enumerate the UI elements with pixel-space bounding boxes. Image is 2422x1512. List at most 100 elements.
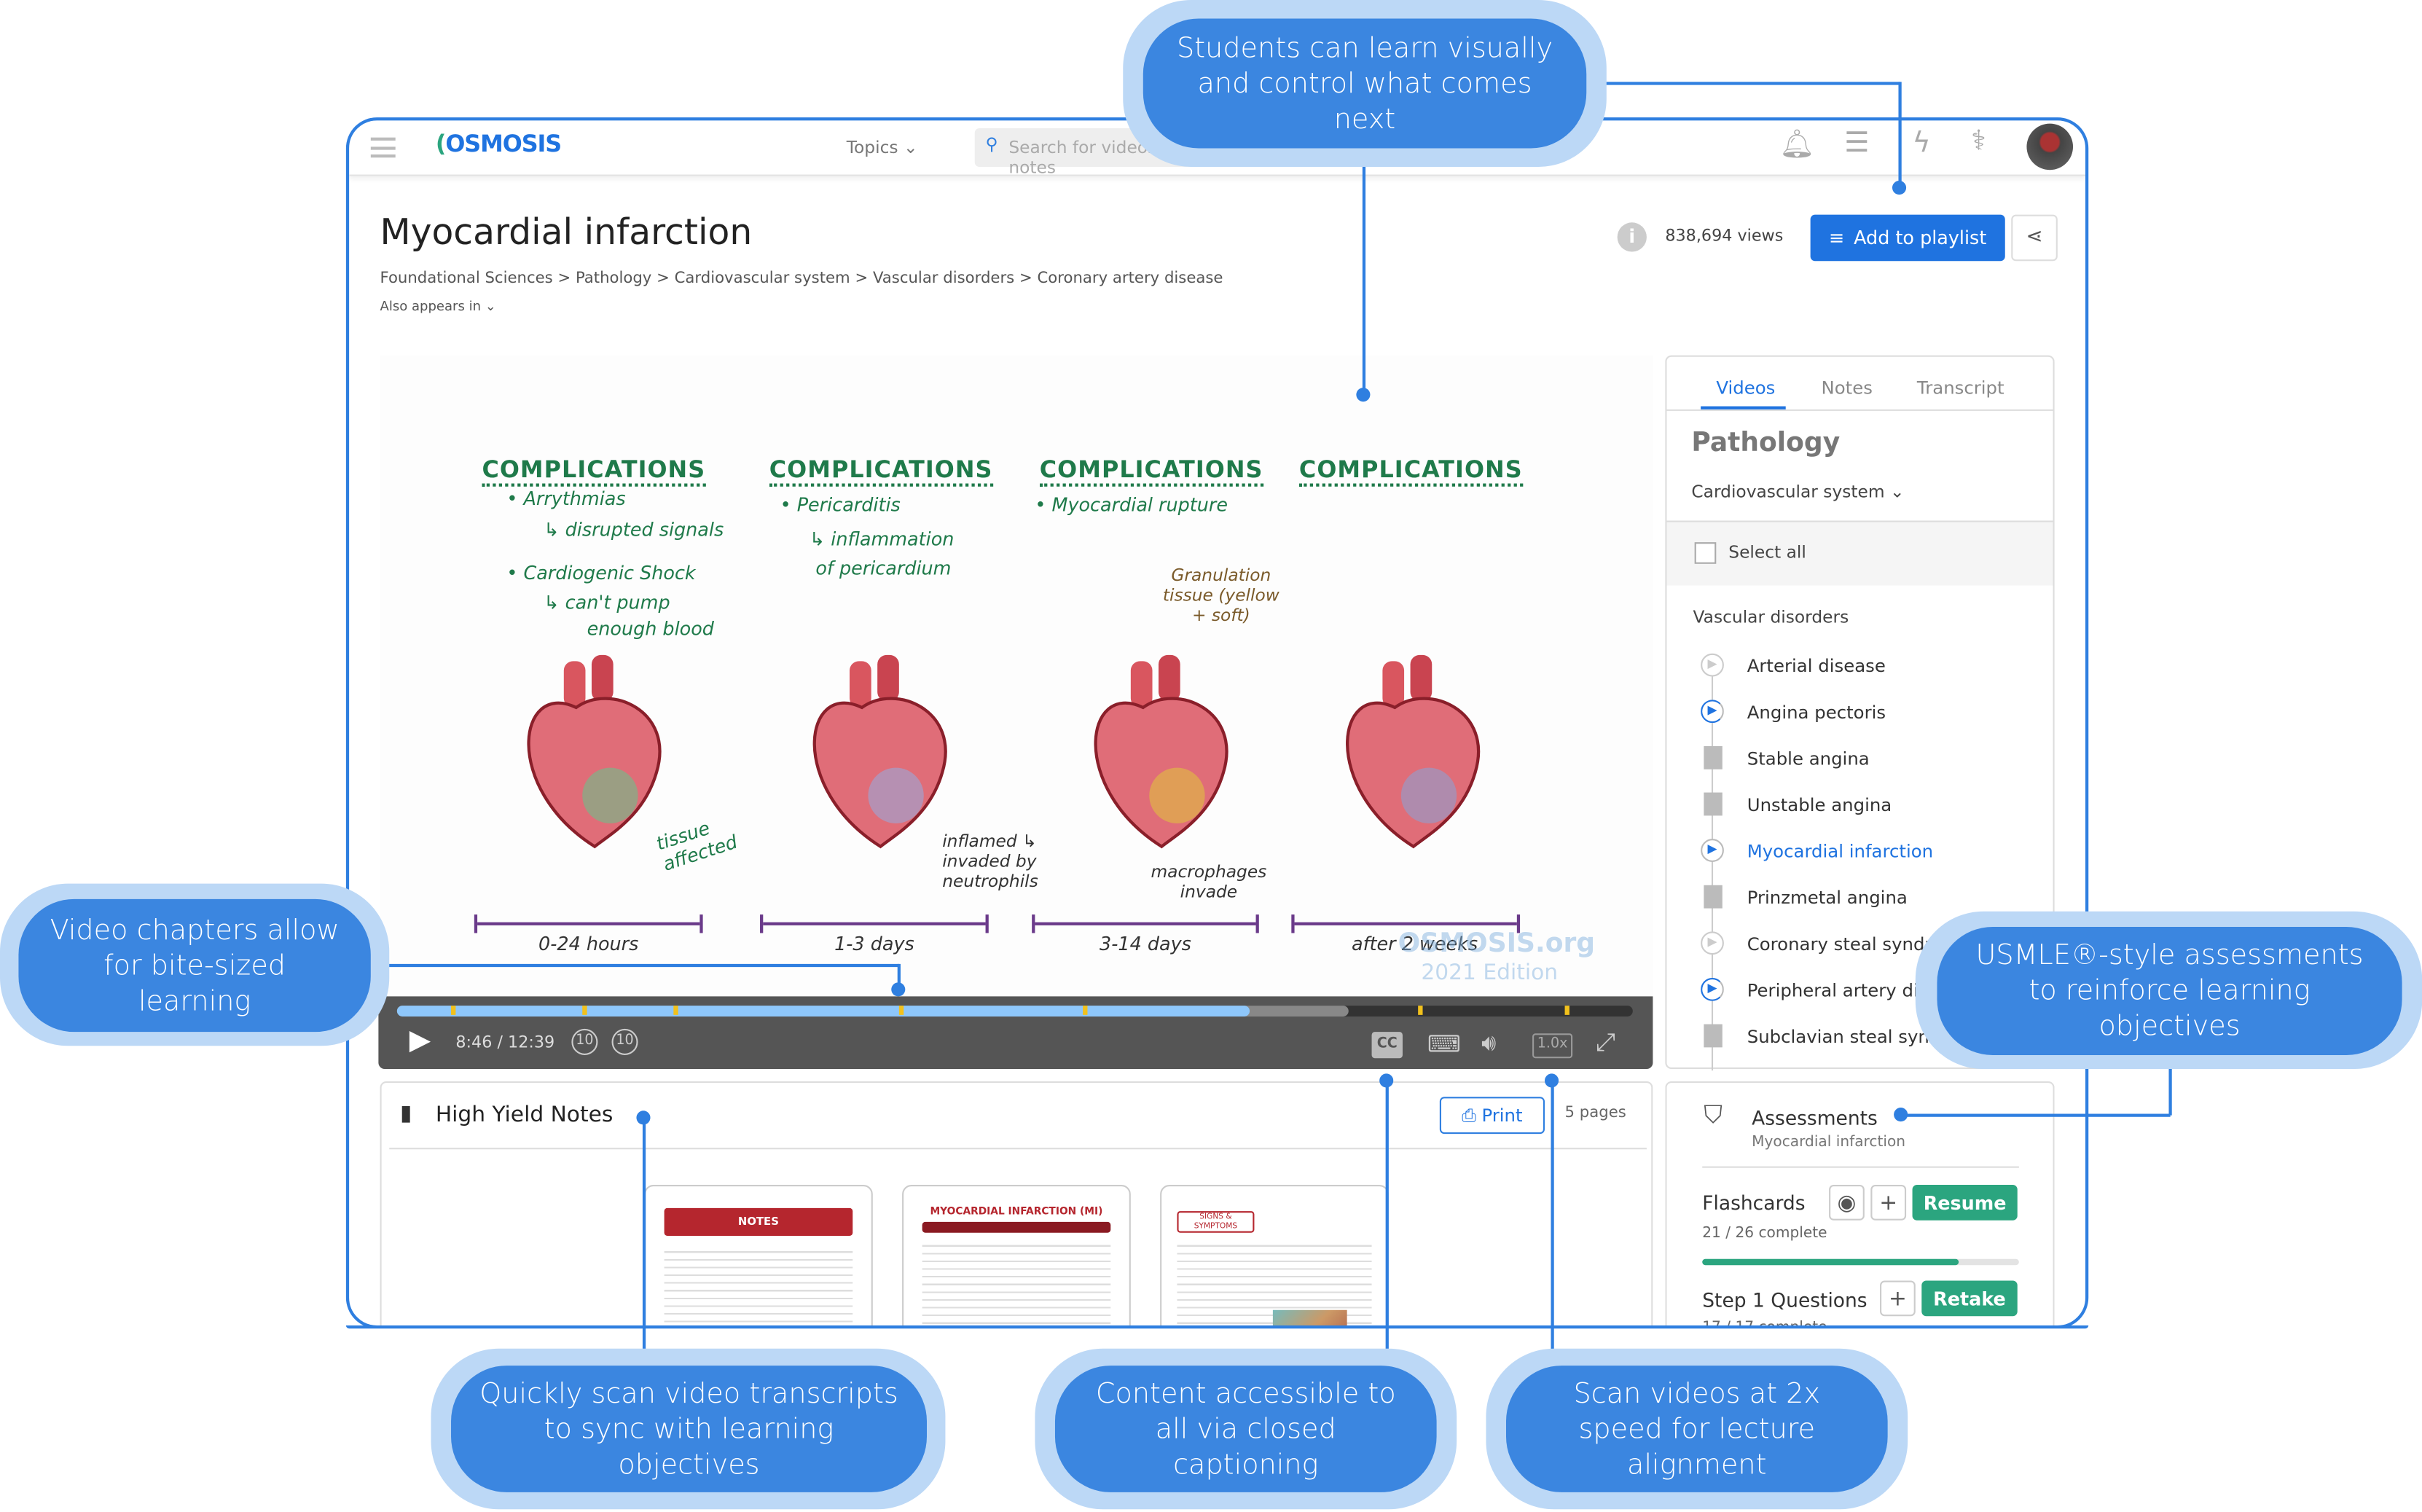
play-button[interactable]: ▶ <box>409 1025 431 1057</box>
assessments-subtitle: Myocardial infarction <box>1752 1134 1906 1151</box>
chapter-marker[interactable] <box>1083 1006 1088 1015</box>
system-dropdown[interactable]: Cardiovascular system ⌄ <box>1691 482 1904 502</box>
lightning-icon[interactable]: ϟ <box>1913 127 1931 160</box>
preview-flashcards-button[interactable]: ◉ <box>1829 1185 1865 1221</box>
timeline-bar[interactable] <box>760 914 989 933</box>
retake-button[interactable]: Retake <box>1921 1280 2018 1317</box>
callout-transcripts: Quickly scan video transcripts to sync w… <box>451 1366 927 1492</box>
whiteboard-note: ↳ inflammation <box>809 528 955 550</box>
chapter-header: COMPLICATIONS <box>1039 455 1263 487</box>
speed-button[interactable]: 1.0x <box>1532 1033 1573 1059</box>
callout-visual-learning: Students can learn visually and control … <box>1143 18 1587 149</box>
video-player[interactable] <box>380 355 1653 997</box>
chapter-header: COMPLICATIONS <box>482 455 706 487</box>
select-all-checkbox[interactable] <box>1694 542 1717 564</box>
whiteboard-note: • Arrythmias <box>506 487 626 510</box>
step1-label: Step 1 Questions <box>1702 1288 1868 1312</box>
document-icon: ▮ <box>400 1101 412 1127</box>
also-appears-dropdown[interactable]: Also appears in ⌄ <box>380 299 496 315</box>
share-icon: ⋖ <box>2026 225 2043 249</box>
sidebar-item[interactable]: Prinzmetal angina <box>1747 887 1908 909</box>
playlist-add-icon: ≡ <box>1829 227 1845 249</box>
chapter-header: COMPLICATIONS <box>1298 455 1523 487</box>
document-icon <box>1704 745 1723 769</box>
rewind-10-button[interactable]: 10 <box>571 1028 598 1055</box>
avatar[interactable] <box>2026 123 2074 171</box>
add-questions-button[interactable]: + <box>1880 1280 1916 1317</box>
closed-caption-button[interactable]: CC <box>1371 1032 1403 1059</box>
tab-notes[interactable]: Notes <box>1821 377 1872 399</box>
chapter-marker[interactable] <box>673 1006 678 1015</box>
sidebar-item[interactable]: Myocardial infarction <box>1747 840 1933 862</box>
play-circle-icon: ▶ <box>1701 839 1724 862</box>
video-controls: ▶ 8:46 / 12:39 10 10 CC ⌨ 🔊︎ 1.0x ⤢ <box>378 996 1653 1070</box>
sidebar-item[interactable]: Arterial disease <box>1747 655 1886 677</box>
whiteboard-note: • Pericarditis <box>780 494 901 517</box>
whiteboard-note: • Cardiogenic Shock <box>506 562 696 584</box>
stethoscope-icon[interactable]: ⚕ <box>1971 125 1986 158</box>
timeline-bar[interactable] <box>1032 914 1259 933</box>
notes-title: High Yield Notes <box>435 1102 614 1128</box>
play-circle-icon: ▶ <box>1701 977 1724 1001</box>
callout-usmle: USMLE®-style assessments to reinforce le… <box>1937 926 2402 1055</box>
osmosis-logo[interactable]: (OSMOSIS <box>436 130 562 157</box>
whiteboard-note: macrophages invade <box>1151 861 1267 903</box>
callout-speed: Scan videos at 2x speed for lecture alig… <box>1506 1366 1888 1492</box>
playlist-icon[interactable]: ☰ <box>1844 127 1869 160</box>
whiteboard-note: Granulation tissue (yellow + soft) <box>1162 565 1279 626</box>
chapter-time-label[interactable]: 1-3 days <box>820 933 928 955</box>
chapter-time-label[interactable]: 3-14 days <box>1092 933 1199 955</box>
heart-illustration <box>1346 654 1481 849</box>
share-button[interactable]: ⋖ <box>2011 214 2058 262</box>
tab-transcript[interactable]: Transcript <box>1917 377 2004 399</box>
keyboard-icon[interactable]: ⌨ <box>1427 1030 1461 1058</box>
edition-watermark: 2021 Edition <box>1421 960 1559 986</box>
tab-videos[interactable]: Videos <box>1716 377 1775 399</box>
chapter-header: COMPLICATIONS <box>769 455 993 487</box>
whiteboard-note: ↳ can't pump <box>544 591 670 614</box>
play-circle-icon: ▶ <box>1701 700 1724 724</box>
flashcards-label: Flashcards <box>1702 1191 1806 1215</box>
search-icon: ⚲ <box>985 134 998 154</box>
page-title: Myocardial infarction <box>380 213 753 254</box>
add-to-playlist-button[interactable]: ≡ Add to playlist <box>1810 214 2005 262</box>
topics-dropdown[interactable]: Topics ⌄ <box>847 138 918 158</box>
timeline-bar[interactable] <box>474 914 703 933</box>
eye-icon: ◉ <box>1837 1190 1857 1215</box>
sidebar-item[interactable]: Unstable angina <box>1747 794 1892 816</box>
whiteboard-note: inflamed ↳ invaded by neutrophils <box>942 831 1038 892</box>
volume-icon[interactable]: 🔊︎ <box>1481 1029 1496 1057</box>
info-icon[interactable]: i <box>1617 222 1647 252</box>
chapter-marker[interactable] <box>1564 1006 1569 1015</box>
resume-button[interactable]: Resume <box>1912 1185 2018 1221</box>
chapter-marker[interactable] <box>582 1006 587 1015</box>
add-flashcards-button[interactable]: + <box>1870 1185 1907 1221</box>
play-circle-icon: ▶ <box>1701 653 1724 677</box>
plus-icon: + <box>1879 1190 1898 1215</box>
whiteboard-note: enough blood <box>587 617 714 640</box>
sidebar-item[interactable]: Stable angina <box>1747 748 1870 769</box>
fullscreen-icon[interactable]: ⤢ <box>1596 1027 1615 1058</box>
view-count: 838,694 views <box>1665 227 1784 246</box>
bell-icon[interactable]: 🔔︎ <box>1779 128 1814 161</box>
document-icon <box>1704 885 1723 909</box>
whiteboard-note: of pericardium <box>815 557 952 579</box>
shield-icon: ⛉ <box>1704 1100 1723 1129</box>
flashcards-progress-bar <box>1702 1258 2019 1266</box>
section-heading: Vascular disorders <box>1693 607 1849 627</box>
print-button[interactable]: ⎙ Print <box>1439 1097 1545 1135</box>
forward-10-button[interactable]: 10 <box>611 1028 638 1055</box>
whiteboard-note: • Myocardial rupture <box>1035 494 1228 517</box>
whiteboard-drawing <box>527 654 1481 849</box>
sidebar-item[interactable]: Angina pectoris <box>1747 701 1886 723</box>
menu-icon[interactable] <box>370 137 396 158</box>
document-icon <box>1704 792 1723 816</box>
progress-played <box>396 1006 1250 1017</box>
heart-illustration <box>1094 654 1228 849</box>
chapter-time-label[interactable]: 0-24 hours <box>535 933 643 955</box>
chapter-marker[interactable] <box>898 1006 904 1015</box>
chapter-marker[interactable] <box>1418 1006 1423 1015</box>
time-display: 8:46 / 12:39 <box>455 1033 555 1052</box>
chapter-marker[interactable] <box>451 1006 456 1015</box>
breadcrumb[interactable]: Foundational Sciences > Pathology > Card… <box>380 270 1223 287</box>
